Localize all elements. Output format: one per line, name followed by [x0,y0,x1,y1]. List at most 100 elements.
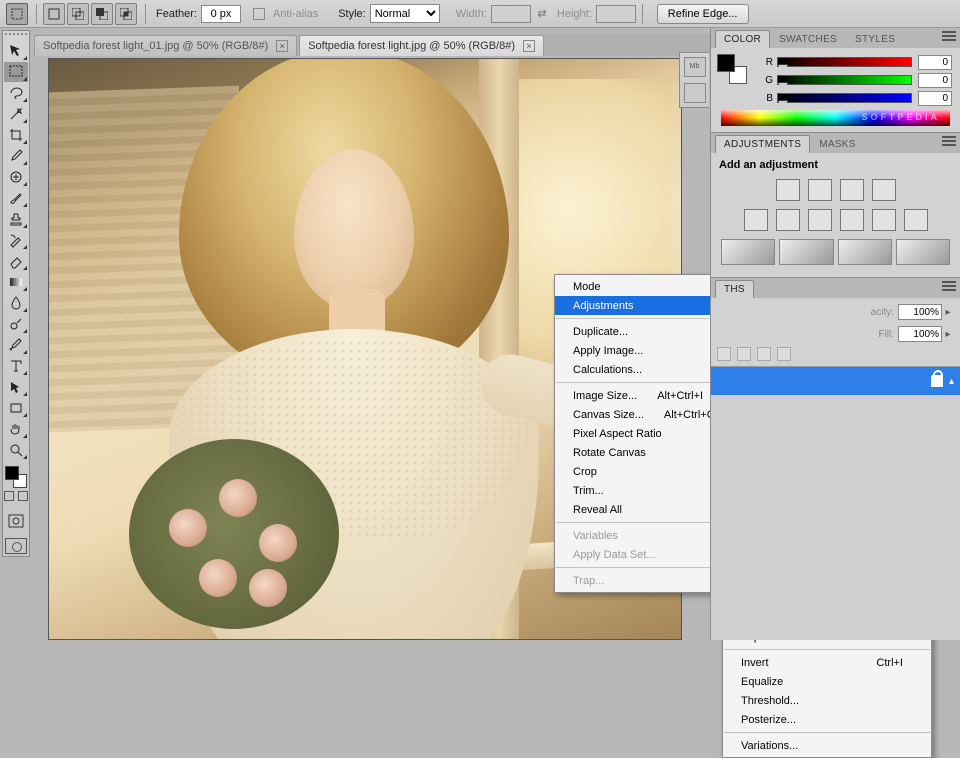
options-bar: Feather: Anti-alias Style: Normal Width:… [0,0,960,28]
mini-panel-icon[interactable]: Mb [684,57,706,77]
b-input[interactable] [918,91,952,106]
layer-row[interactable]: ▴ [711,367,960,395]
r-input[interactable] [918,55,952,70]
doc-tab-0[interactable]: Softpedia forest light_01.jpg @ 50% (RGB… [34,35,297,56]
menu-item[interactable]: Trim... [555,481,723,500]
rectangle-tool[interactable] [4,398,28,418]
preset-thumb[interactable] [721,239,775,265]
hue-icon[interactable] [776,209,800,231]
close-icon[interactable]: × [276,40,288,52]
menu-item[interactable]: Reveal All [555,500,723,519]
panel-grip[interactable] [5,33,27,39]
quickmask-icon[interactable] [4,511,28,531]
add-selection-icon[interactable] [67,3,89,25]
menu-item[interactable]: Rotate Canvas [555,443,723,462]
zoom-tool[interactable] [4,440,28,460]
lock-row [717,346,954,362]
menu-item[interactable]: Canvas Size...Alt+Ctrl+C [555,405,723,424]
blur-tool[interactable] [4,293,28,313]
lasso-tool[interactable] [4,83,28,103]
layers-panel-fragment: THS acity:▸ Fill:▸ ▴ [711,278,960,395]
intersect-selection-icon[interactable] [115,3,137,25]
feather-input[interactable] [201,5,241,23]
menu-item[interactable]: Crop [555,462,723,481]
menu-item[interactable]: Pixel Aspect Ratio [555,424,723,443]
menu-item[interactable]: Adjustments [555,296,723,315]
pen-tool[interactable] [4,335,28,355]
colorbalance-icon[interactable] [808,209,832,231]
b-slider[interactable] [777,93,912,103]
healing-tool[interactable] [4,167,28,187]
menu-item[interactable]: Equalize [723,672,931,691]
crop-tool[interactable] [4,125,28,145]
g-input[interactable] [918,73,952,88]
menu-item[interactable]: Variations... [723,736,931,755]
bw-icon[interactable] [840,209,864,231]
preset-thumb[interactable] [779,239,833,265]
menu-item[interactable]: Calculations... [555,360,723,379]
color-spectrum[interactable]: SOFTPEDIA [721,110,950,126]
menu-item[interactable]: Mode [555,277,723,296]
brightness-icon[interactable] [776,179,800,201]
panel-menu-icon[interactable] [942,281,956,293]
menu-item[interactable]: InvertCtrl+I [723,653,931,672]
vibrance-icon[interactable] [744,209,768,231]
hand-tool[interactable] [4,419,28,439]
tab-styles[interactable]: STYLES [846,30,904,48]
doc-tab-label: Softpedia forest light.jpg @ 50% (RGB/8#… [308,40,515,52]
menu-item[interactable]: Image Size...Alt+Ctrl+I [555,386,723,405]
preset-thumb[interactable] [838,239,892,265]
fg-bg-swatch[interactable] [717,54,747,84]
eraser-tool[interactable] [4,251,28,271]
curves-icon[interactable] [840,179,864,201]
levels-icon[interactable] [808,179,832,201]
refine-edge-button[interactable]: Refine Edge... [657,4,749,24]
type-tool[interactable] [4,356,28,376]
stamp-tool[interactable] [4,209,28,229]
tab-swatches[interactable]: SWATCHES [770,30,846,48]
panel-menu-icon[interactable] [942,31,956,43]
opacity-input[interactable] [898,304,942,320]
r-slider[interactable] [777,57,912,67]
style-select[interactable]: Normal [370,4,440,23]
tab-adjustments[interactable]: ADJUSTMENTS [715,135,810,153]
doc-tab-1[interactable]: Softpedia forest light.jpg @ 50% (RGB/8#… [299,35,544,56]
tab-masks[interactable]: MASKS [810,135,865,153]
wand-tool[interactable] [4,104,28,124]
subtract-selection-icon[interactable] [91,3,113,25]
brush-tool[interactable] [4,188,28,208]
fill-label: Fill: [878,329,894,340]
photofilter-icon[interactable] [872,209,896,231]
history-brush-tool[interactable] [4,230,28,250]
marquee-tool[interactable] [4,62,28,82]
menu-item[interactable]: Apply Image... [555,341,723,360]
screenmode-icon[interactable] [5,538,27,554]
menu-item[interactable]: Posterize... [723,710,931,729]
gradient-tool[interactable] [4,272,28,292]
color-swatch[interactable] [4,465,28,489]
g-slider[interactable] [777,75,912,85]
close-icon[interactable]: × [523,40,535,52]
panel-menu-icon[interactable] [942,136,956,148]
preset-thumb[interactable] [896,239,950,265]
menu-item[interactable]: Duplicate... [555,322,723,341]
link-dims-icon: ⇄ [533,5,551,23]
exposure-icon[interactable] [872,179,896,201]
tab-color[interactable]: COLOR [715,30,770,48]
channelmixer-icon[interactable] [904,209,928,231]
menu-item[interactable]: Threshold... [723,691,931,710]
new-selection-icon[interactable] [43,3,65,25]
menu-item: Trap... [555,571,723,590]
tool-preset-icon[interactable] [6,3,28,25]
path-select-tool[interactable] [4,377,28,397]
mini-swap-icons[interactable] [4,491,28,505]
tab-paths[interactable]: THS [715,280,754,298]
opacity-label: acity: [871,307,894,318]
move-tool[interactable] [4,41,28,61]
eyedropper-tool[interactable] [4,146,28,166]
doc-tab-label: Softpedia forest light_01.jpg @ 50% (RGB… [43,40,268,52]
dodge-tool[interactable] [4,314,28,334]
mini-panel-icon[interactable] [684,83,706,103]
fill-input[interactable] [898,326,942,342]
style-label: Style: [338,8,366,20]
